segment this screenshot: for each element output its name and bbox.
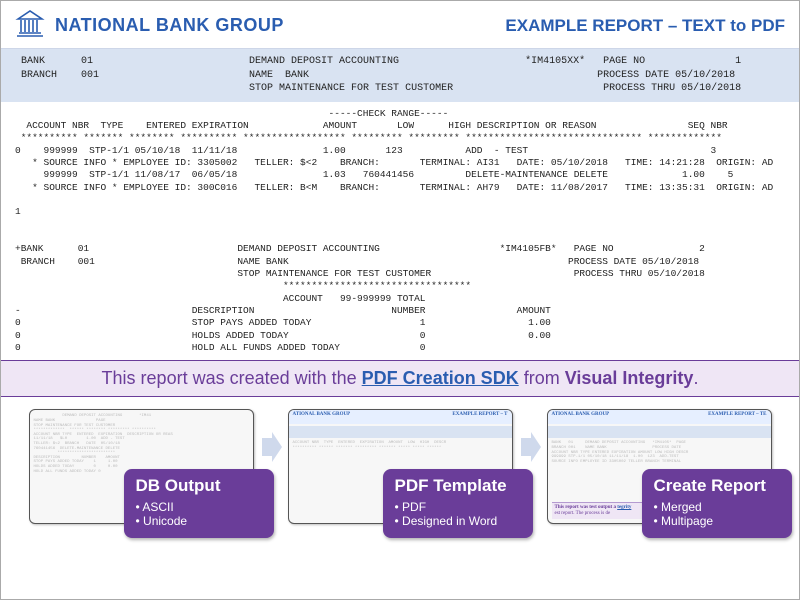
promo-pre: This report was created with the <box>102 368 362 388</box>
org-title: NATIONAL BANK GROUP <box>55 15 284 36</box>
badge-bullet: Unicode <box>136 514 262 528</box>
badge-bullet: Designed in Word <box>395 514 521 528</box>
badge-bullet: PDF <box>395 500 521 514</box>
badge-bullet: ASCII <box>136 500 262 514</box>
arrow-icon <box>519 432 541 462</box>
badge-bullet: Multipage <box>654 514 780 528</box>
report-body: -----CHECK RANGE----- ACCOUNT NBR TYPE E… <box>1 102 799 361</box>
badge-title: PDF Template <box>395 477 521 496</box>
card-create-report: ATIONAL BANK GROUPEXAMPLE REPORT – TE BA… <box>547 409 772 524</box>
promo-brand: Visual Integrity <box>565 368 694 388</box>
card-db-output: DEMAND DEPOSIT ACCOUNTING *IM41 NAME BAN… <box>29 409 254 524</box>
header-left: NATIONAL BANK GROUP <box>15 9 284 42</box>
report-banner: BANK 01 DEMAND DEPOSIT ACCOUNTING *IM410… <box>1 49 799 102</box>
badge-db-output: DB Output ASCII Unicode <box>124 469 274 538</box>
promo-bar: This report was created with the PDF Cre… <box>1 360 799 397</box>
badge-title: Create Report <box>654 477 780 496</box>
promo-mid: from <box>519 368 565 388</box>
badge-title: DB Output <box>136 477 262 496</box>
badge-create-report: Create Report Merged Multipage <box>642 469 792 538</box>
workflow-row: DEMAND DEPOSIT ACCOUNTING *IM41 NAME BAN… <box>1 397 799 534</box>
header-right: EXAMPLE REPORT – TEXT to PDF <box>505 16 785 36</box>
bank-icon <box>15 9 45 42</box>
card-pdf-template: ATIONAL BANK GROUPEXAMPLE REPORT – T ACC… <box>288 409 513 524</box>
pdf-sdk-link[interactable]: PDF Creation SDK <box>362 368 519 388</box>
promo-post: . <box>693 368 698 388</box>
arrow-icon <box>260 432 282 462</box>
badge-bullet: Merged <box>654 500 780 514</box>
badge-pdf-template: PDF Template PDF Designed in Word <box>383 469 533 538</box>
header: NATIONAL BANK GROUP EXAMPLE REPORT – TEX… <box>1 1 799 49</box>
